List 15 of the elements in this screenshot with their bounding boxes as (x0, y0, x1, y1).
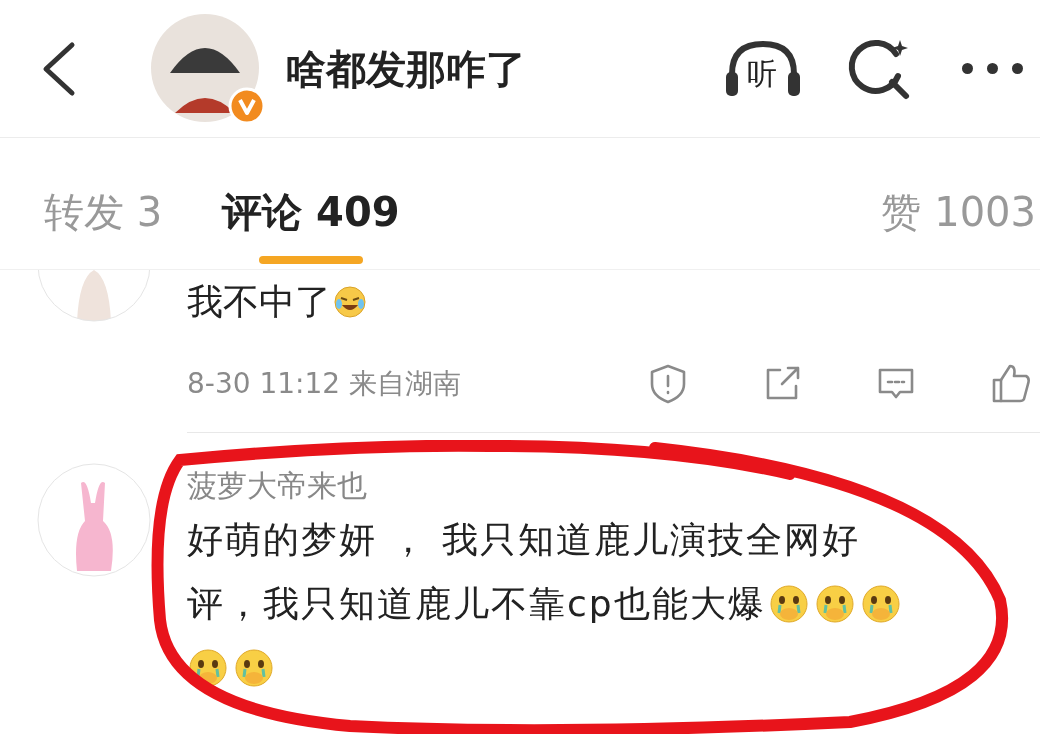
crying-emoji-icon (767, 583, 810, 625)
comment-text: 评，我只知道鹿儿不靠cp也能大爆 (187, 582, 766, 626)
likes-tab[interactable]: 赞 1003 (881, 138, 1036, 270)
crying-emoji-icon (233, 647, 275, 689)
comment-meta: 8-30 11:12 来自湖南 (187, 366, 462, 402)
listen-button[interactable]: 听 (720, 33, 804, 104)
crying-emoji-icon (813, 583, 856, 625)
tab[interactable]: 评论 409 (222, 138, 400, 270)
comment-text: 我不中了 (187, 280, 331, 324)
comment-username[interactable]: 菠萝大帝来也 (187, 463, 367, 508)
page-title: 啥都发那咋了 (286, 44, 526, 94)
crying-emoji-icon (859, 583, 902, 625)
tab[interactable]: 转发 3 (44, 138, 163, 270)
comment-text: 好萌的梦妍 ， 我只知道鹿儿演技全网好 (187, 518, 860, 562)
laughing-emoji-icon (333, 285, 367, 319)
